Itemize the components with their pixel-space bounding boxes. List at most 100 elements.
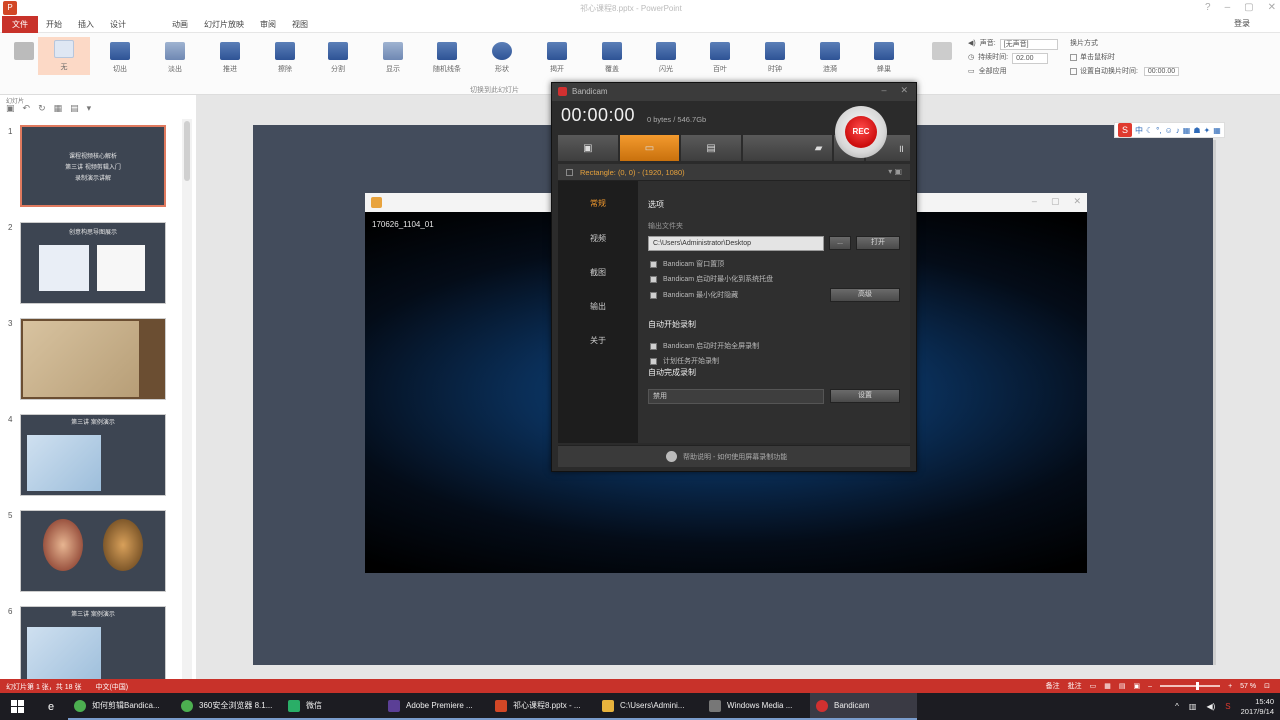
zoom-in-icon[interactable]: + <box>1228 683 1232 690</box>
thumbnails-scrollbar[interactable] <box>182 119 192 679</box>
sogou-tray-icon[interactable]: S <box>1225 702 1230 711</box>
option-item[interactable]: 计划任务开始录制 <box>650 356 719 366</box>
zoom-slider[interactable] <box>1160 682 1221 690</box>
transition-fade-button[interactable]: 淡出 <box>155 39 195 81</box>
bandicam-help-bar[interactable]: 帮助说明 - 如何使用屏幕录制功能 <box>558 445 910 467</box>
ime-punct-icon[interactable]: °, <box>1156 126 1161 135</box>
transition-random-bars-button[interactable]: 随机线条 <box>427 39 467 81</box>
normal-view-icon[interactable]: ▭ <box>1090 682 1097 690</box>
sidebar-item-image[interactable]: 截图 <box>558 267 638 278</box>
option-item[interactable]: Bandicam 启动时最小化到系统托盘 <box>650 274 773 284</box>
ime-user-icon[interactable]: ☗ <box>1193 126 1200 135</box>
output-folder-input[interactable]: C:\Users\Administrator\Desktop <box>648 236 824 251</box>
tab-review[interactable]: 审阅 <box>252 16 284 33</box>
option-checkbox[interactable] <box>650 260 657 268</box>
mode-checkbox[interactable] <box>566 169 573 176</box>
ime-keyboard-icon[interactable]: ▦ <box>1183 126 1191 135</box>
option-checkbox[interactable] <box>650 291 657 299</box>
reading-view-icon[interactable]: ▤ <box>1119 682 1126 690</box>
save-icon[interactable]: ▣ <box>6 103 15 114</box>
tab-view[interactable]: 视图 <box>284 16 316 33</box>
tab-slideshow[interactable]: 幻灯片放映 <box>196 16 252 33</box>
option-checkbox[interactable] <box>650 342 657 350</box>
layout-icon[interactable]: ▤ <box>70 103 79 114</box>
game-mode-tab[interactable]: ▣ <box>558 135 618 161</box>
taskbar-app[interactable]: Bandicam <box>810 693 917 720</box>
transition-cover-button[interactable]: 覆盖 <box>592 39 632 81</box>
apply-all-button[interactable]: 全部应用 <box>979 65 1007 79</box>
ime-emoji-icon[interactable]: ☺ <box>1165 126 1173 135</box>
sound-select[interactable]: [无声音] <box>999 38 1058 50</box>
on-click-checkbox[interactable] <box>1070 53 1077 61</box>
sign-in-link[interactable]: 登录 <box>1234 18 1250 29</box>
slide-thumbnail[interactable]: 创意构思导图展示 <box>20 222 166 304</box>
sidebar-item-general[interactable]: 常规 <box>558 198 638 209</box>
taskbar-app[interactable]: C:\Users\Admini... <box>596 693 703 720</box>
close-icon[interactable]: ✕ <box>1073 196 1081 207</box>
edge-icon[interactable]: e <box>34 693 68 720</box>
zoom-level[interactable]: 57 % <box>1240 683 1256 690</box>
folder-tab[interactable]: ▰ <box>742 135 833 161</box>
taskbar-app[interactable]: Windows Media ... <box>703 693 810 720</box>
transition-honeycomb-button[interactable]: 蜂巢 <box>864 39 904 81</box>
option-checkbox[interactable] <box>650 275 657 283</box>
slide-thumbnail[interactable]: 课程视频核心解析 第三讲 视频剪辑入门 录制演示讲解 <box>20 125 166 207</box>
hdmi-mode-tab[interactable]: ▤ <box>681 135 741 161</box>
transition-wipe-button[interactable]: 擦除 <box>265 39 305 81</box>
slide-thumbnail[interactable] <box>20 318 166 400</box>
option-item[interactable]: Bandicam 启动时开始全屏录制 <box>650 341 759 351</box>
start-slideshow-icon[interactable]: ▦ <box>54 103 63 114</box>
option-item[interactable]: Bandicam 窗口置顶 <box>650 259 724 269</box>
undo-icon[interactable]: ↶ <box>23 103 31 114</box>
zoom-out-icon[interactable]: – <box>1148 683 1152 690</box>
taskbar-app[interactable]: 祁心课程8.pptx - ... <box>489 693 596 720</box>
effect-options-button[interactable] <box>922 39 962 81</box>
fit-slide-icon[interactable]: ⊡ <box>1264 682 1270 690</box>
record-button[interactable]: REC <box>835 106 887 158</box>
tab-design[interactable]: 设计 <box>102 16 134 33</box>
transition-flash-button[interactable]: 闪光 <box>646 39 686 81</box>
transition-blinds-button[interactable]: 百叶 <box>700 39 740 81</box>
maximize-icon[interactable]: ▢ <box>1244 2 1253 13</box>
ime-shirt-icon[interactable]: ✦ <box>1204 126 1211 135</box>
ime-lang-icon[interactable]: 中 <box>1135 125 1143 136</box>
transition-none-button[interactable]: 无 <box>38 37 90 75</box>
notes-button[interactable]: 备注 <box>1046 681 1060 691</box>
close-icon[interactable]: ✕ <box>1268 2 1276 13</box>
option-item[interactable]: Bandicam 最小化时隐藏 <box>650 290 738 300</box>
tab-transitions[interactable] <box>134 16 164 33</box>
tab-file[interactable]: 文件 <box>2 15 38 33</box>
tab-animations[interactable]: 动画 <box>164 16 196 33</box>
sidebar-item-video[interactable]: 视频 <box>558 233 638 244</box>
transition-split-button[interactable]: 分割 <box>318 39 358 81</box>
minimize-icon[interactable]: – <box>1225 2 1231 13</box>
taskbar-app[interactable]: 360安全浏览器 8.1... <box>175 693 282 720</box>
taskbar-app[interactable]: Adobe Premiere ... <box>382 693 489 720</box>
transition-reveal-button[interactable]: 显示 <box>373 39 413 81</box>
start-button[interactable] <box>0 693 34 720</box>
taskbar-app[interactable]: 如何剪辑Bandica... <box>68 693 175 720</box>
tab-insert[interactable]: 插入 <box>70 16 102 33</box>
advanced-button[interactable]: 高级 <box>830 288 900 302</box>
after-time-input[interactable]: 00:00.00 <box>1143 67 1180 76</box>
comments-button[interactable]: 批注 <box>1068 681 1082 691</box>
minimize-icon[interactable]: – <box>1032 196 1037 207</box>
auto-stop-settings-button[interactable]: 设置 <box>830 389 900 403</box>
mode-menu-icon[interactable]: ▾ ▣ <box>888 167 902 176</box>
transition-cut-button[interactable]: 切出 <box>100 39 140 81</box>
transition-shape-button[interactable]: 形状 <box>482 39 522 81</box>
powerpoint-logo-icon[interactable]: P <box>3 1 17 15</box>
sidebar-item-about[interactable]: 关于 <box>558 335 638 346</box>
ime-mic-icon[interactable]: ♪ <box>1176 126 1180 135</box>
customize-icon[interactable]: ▾ <box>87 103 92 114</box>
minimize-icon[interactable]: – <box>881 85 886 96</box>
ime-grid-icon[interactable]: ▦ <box>1213 126 1221 135</box>
zoom-slider-knob[interactable] <box>1196 682 1200 690</box>
after-checkbox[interactable] <box>1070 67 1077 75</box>
maximize-icon[interactable]: ▢ <box>1051 196 1060 207</box>
slide-thumbnail[interactable] <box>20 510 166 592</box>
transition-uncover-button[interactable]: 揭开 <box>537 39 577 81</box>
transition-ripple-button[interactable]: 涟漪 <box>810 39 850 81</box>
slide-thumbnail[interactable]: 第三讲 案例演示 <box>20 606 166 679</box>
auto-stop-select[interactable]: 禁用 <box>648 389 824 404</box>
